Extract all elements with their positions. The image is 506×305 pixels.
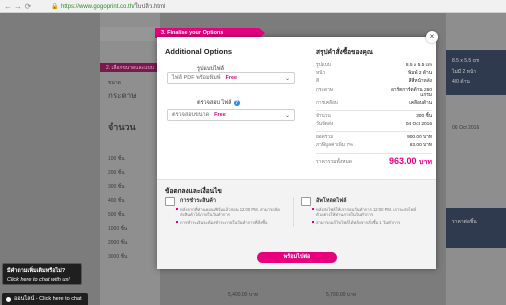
bg-price: 5,700.00 บาท bbox=[326, 292, 357, 298]
total-amount: 963.00 bbox=[388, 155, 417, 166]
chat-bar-label: ออนไลน์ - Click here to chat bbox=[14, 296, 82, 302]
file-format-select[interactable]: ไฟล์ PDF พร้อมพิมพ์ Free ⌄ bbox=[167, 72, 295, 84]
bg-label: จำนวน bbox=[108, 122, 136, 132]
bg-qty: 400 ชิ้น bbox=[108, 198, 125, 204]
file-check-label: ตรวจสอบ ไฟล์? bbox=[197, 99, 240, 107]
bg-price: 5,400.00 บาท bbox=[228, 292, 259, 298]
summary-value: อาร์ตการ์ดด้าน 260 แกรม bbox=[391, 87, 432, 99]
bg-qty: 3000 ชิ้น bbox=[108, 254, 128, 260]
finalise-options-modal: Additional Options รูปแบบไฟล์ ไฟล์ PDF พ… bbox=[157, 37, 436, 269]
summary-row: การเคลือบ เคลือบด้าน bbox=[316, 100, 432, 108]
bg-step-label: 2. เลือกขนาดและแบบ bbox=[106, 65, 154, 71]
total-unit: บาท bbox=[419, 158, 432, 166]
bg-right-value: 8.5 x 5.5 cm bbox=[452, 58, 480, 64]
summary-value: สีสี่หน้าหลัง bbox=[408, 79, 432, 85]
bg-header bbox=[100, 27, 160, 41]
order-summary: สรุปคำสั่งซื้อของคุณ รูปแบบ 8.5 x 5.5 cm … bbox=[316, 47, 432, 168]
payment-title: การชำระสินค้า bbox=[180, 198, 216, 204]
summary-divider bbox=[316, 152, 432, 154]
forward-icon[interactable]: → bbox=[13, 1, 23, 11]
chat-prompt-subtitle: Click here to chat with us! bbox=[7, 277, 70, 283]
summary-title: สรุปคำสั่งซื้อของคุณ bbox=[316, 49, 373, 56]
bg-qty: 100 ชิ้น bbox=[108, 156, 125, 162]
upload-bullet: หลังส่งไฟล์ให้เราก่อนวันทำการ 12:00 PM. … bbox=[312, 207, 420, 217]
summary-row: ภาษีมูลค่าเพิ่ม 7% 63.00 บาท bbox=[316, 142, 432, 150]
summary-row: สี สีสี่หน้าหลัง bbox=[316, 78, 432, 86]
file-upload-icon bbox=[301, 197, 311, 206]
url-path: /ใบปลิว.html bbox=[133, 4, 166, 10]
bg-qty: 300 ชิ้น bbox=[108, 184, 125, 190]
bg-qty: 500 ชิ้น bbox=[108, 212, 125, 218]
bg-price-box bbox=[446, 208, 506, 248]
chat-prompt-title: มีคำถามเพิ่มเติมหรือไม่? bbox=[7, 268, 66, 274]
total-label: ราคารวมทั้งหมด bbox=[316, 158, 353, 165]
summary-key: ภาษีมูลค่าเพิ่ม 7% bbox=[316, 143, 354, 149]
lock-icon: 🔒 bbox=[51, 3, 59, 10]
bg-qty: 200 ชิ้น bbox=[108, 170, 125, 176]
summary-key: วันจัดส่ง bbox=[316, 122, 334, 128]
summary-key: การเคลือบ bbox=[316, 100, 338, 106]
upload-title: อัพโหลดไฟล์ bbox=[316, 198, 347, 204]
url-host: https://www.gogoprint.co.th bbox=[61, 4, 134, 10]
continue-button[interactable]: พร้อมไปต่อ bbox=[257, 252, 337, 263]
file-format-price: Free bbox=[225, 75, 238, 81]
total-value: 963.00 บาท bbox=[389, 156, 432, 168]
bg-right-value: ราคาต่อชิ้น bbox=[452, 219, 477, 225]
summary-value: เคลือบด้าน bbox=[409, 100, 432, 106]
modal-title: Additional Options bbox=[165, 47, 233, 56]
summary-key: ยอดรวม bbox=[316, 135, 334, 141]
help-icon[interactable]: ? bbox=[233, 100, 240, 106]
chat-prompt[interactable]: มีคำถามเพิ่มเติมหรือไม่? Click here to c… bbox=[2, 263, 82, 285]
chevron-down-icon: ⌄ bbox=[284, 113, 290, 119]
summary-key: สี bbox=[316, 79, 319, 85]
summary-value: 04 Oct 2016 bbox=[405, 122, 432, 128]
bg-right-value: 4/0 ด้าน bbox=[452, 79, 470, 85]
online-status-icon bbox=[6, 296, 11, 302]
summary-key: กระดาษ bbox=[316, 87, 334, 93]
file-check-value: ตรวจสอบขนาด bbox=[172, 112, 210, 118]
chevron-down-icon: ⌄ bbox=[284, 76, 290, 82]
payment-bullet: การชำระเงินจะต้องชำระภายในวันทำการที่สั่… bbox=[176, 220, 284, 225]
bg-right-value: 06 Oct 2016 bbox=[452, 125, 480, 131]
summary-value: พิมพ์ 2 ด้าน bbox=[408, 71, 432, 77]
file-check-price: Free bbox=[214, 112, 226, 118]
file-check-label-text: ตรวจสอบ ไฟล์ bbox=[197, 100, 232, 106]
summary-divider bbox=[316, 131, 432, 133]
total-row: ราคารวมทั้งหมด 963.00 บาท bbox=[316, 156, 432, 168]
summary-row: หน้า พิมพ์ 2 ด้าน bbox=[316, 70, 432, 78]
bg-label: ขนาด bbox=[108, 80, 121, 86]
summary-row: รูปแบบ 8.5 x 5.5 cm bbox=[316, 62, 432, 70]
browser-toolbar: ← → ⟳ 🔒 https://www.gogoprint.co.th/ใบปล… bbox=[0, 0, 506, 13]
summary-value: 900.00 บาท bbox=[407, 135, 432, 141]
summary-divider bbox=[316, 109, 432, 111]
summary-row: วันจัดส่ง 04 Oct 2016 bbox=[316, 121, 432, 129]
reload-icon[interactable]: ⟳ bbox=[23, 1, 33, 11]
summary-row: จำนวน 300 ชิ้น bbox=[316, 113, 432, 121]
close-icon[interactable]: × bbox=[426, 31, 438, 43]
summary-value: 300 ชิ้น bbox=[416, 113, 432, 119]
address-bar[interactable]: https://www.gogoprint.co.th/ใบปลิว.html bbox=[61, 1, 165, 11]
summary-row: ยอดรวม 900.00 บาท bbox=[316, 134, 432, 142]
chat-bar[interactable]: ออนไลน์ - Click here to chat bbox=[2, 293, 88, 305]
terms-title: ข้อตกลงและเงื่อนไข bbox=[165, 188, 222, 195]
summary-key: รูปแบบ bbox=[316, 63, 331, 68]
terms-section: ข้อตกลงและเงื่อนไข การชำระสินค้า หลังจาก… bbox=[157, 179, 436, 269]
summary-value: 63.00 บาท bbox=[409, 143, 432, 149]
bg-right-value: ไม่มี 2 หน้า bbox=[452, 69, 477, 75]
payment-bullet: หลังจากที่ท่านคอนเฟิร์มแล้วก่อน 12:00 PM… bbox=[176, 207, 284, 217]
upload-bullet: สามารถแก้ไขไฟล์ได้หลังจากสั่งซื้อ 1 วันท… bbox=[312, 220, 420, 225]
bg-qty: 2000 ชิ้น bbox=[108, 240, 128, 246]
bg-qty: 1000 ชิ้น bbox=[108, 226, 128, 232]
summary-key: จำนวน bbox=[316, 113, 331, 119]
file-check-select[interactable]: ตรวจสอบขนาด Free ⌄ bbox=[167, 109, 295, 121]
bg-label: กระดาษ bbox=[108, 91, 137, 100]
file-format-value: ไฟล์ PDF พร้อมพิมพ์ bbox=[172, 75, 221, 81]
summary-row: กระดาษ อาร์ตการ์ดด้าน 260 แกรม bbox=[316, 88, 432, 99]
column-divider bbox=[293, 197, 294, 227]
summary-key: หน้า bbox=[316, 71, 326, 77]
truck-icon bbox=[165, 197, 175, 206]
back-icon[interactable]: ← bbox=[3, 1, 13, 11]
summary-value: 8.5 x 5.5 cm bbox=[405, 63, 432, 68]
